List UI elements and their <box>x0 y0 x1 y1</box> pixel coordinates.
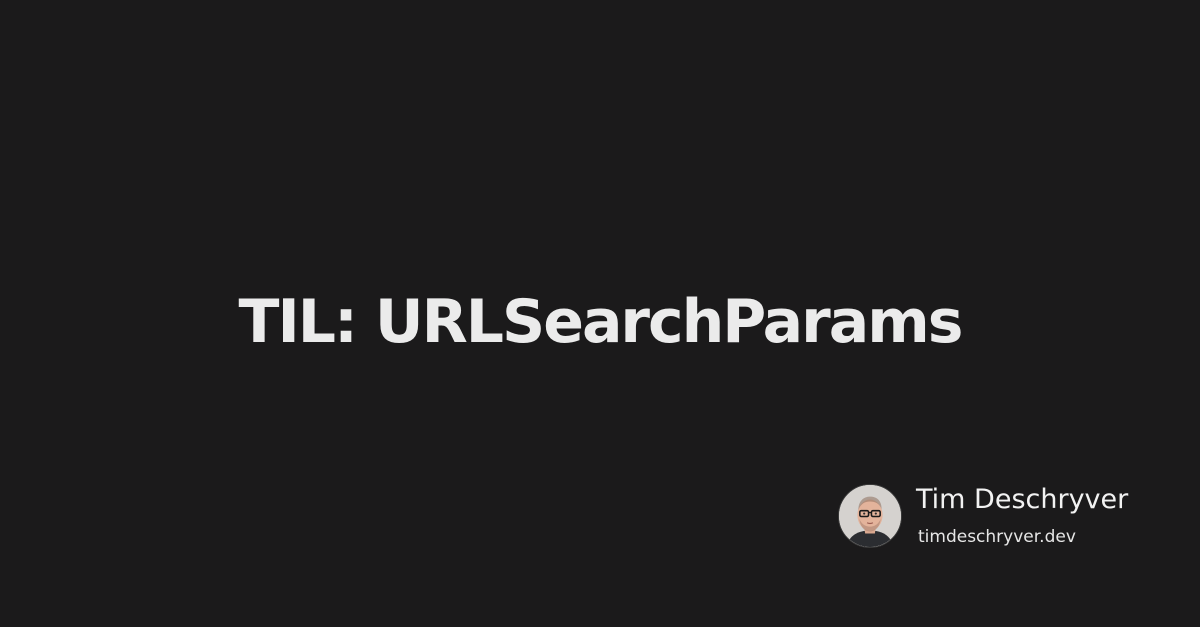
author-portrait-icon <box>839 485 901 547</box>
author-block: Tim Deschryver timdeschryver.dev <box>838 484 1168 550</box>
social-card: TIL: URLSearchParams Tim Deschryver timd… <box>0 0 1200 627</box>
author-site: timdeschryver.dev <box>918 527 1076 547</box>
author-name: Tim Deschryver <box>916 484 1129 515</box>
post-title: TIL: URLSearchParams <box>238 287 964 358</box>
author-avatar <box>838 484 902 548</box>
